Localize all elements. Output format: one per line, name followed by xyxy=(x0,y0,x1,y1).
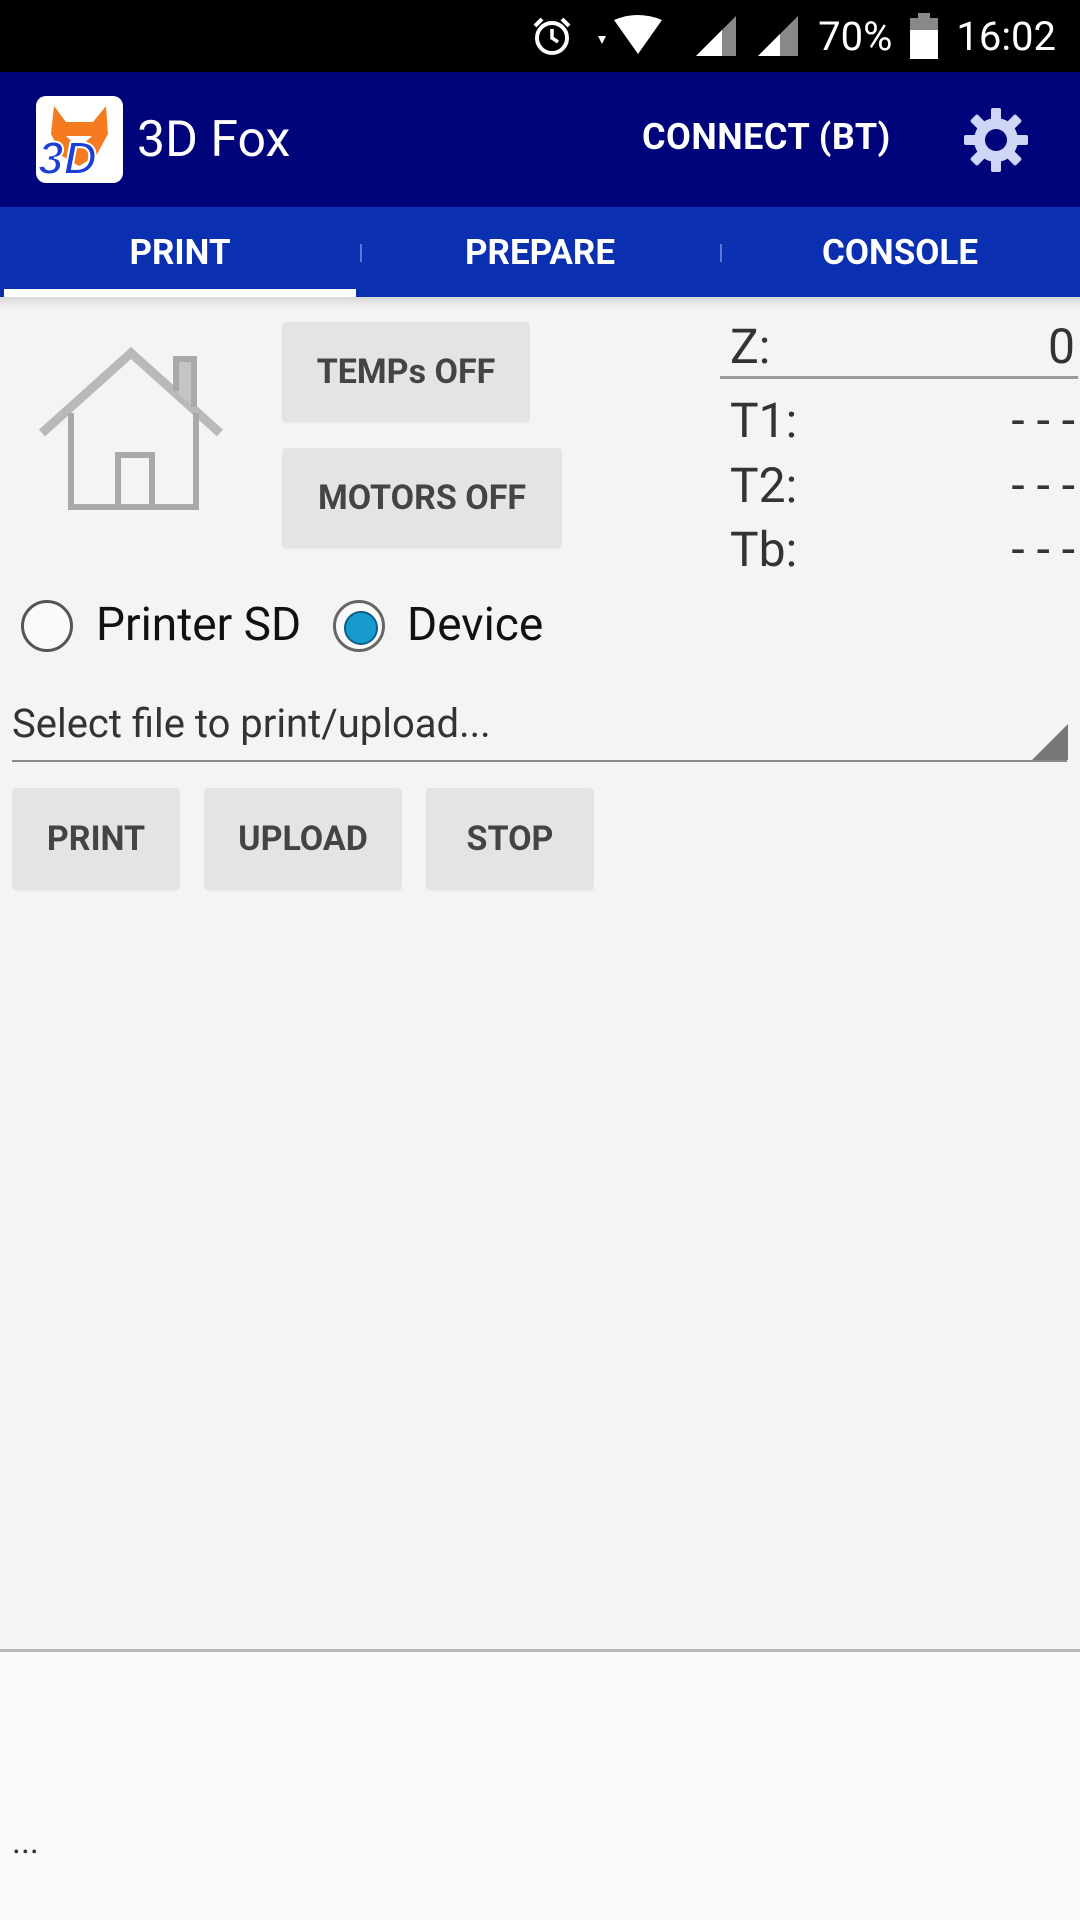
log-area xyxy=(0,1652,1080,1920)
z-readout: Z: 0 xyxy=(730,318,1075,375)
upload-button[interactable]: UPLOAD xyxy=(204,788,402,890)
svg-text:3D: 3D xyxy=(38,132,97,183)
tab-bar: PRINT PREPARE CONSOLE xyxy=(0,207,1080,297)
temps-off-button[interactable]: TEMPs OFF xyxy=(282,322,530,422)
z-label: Z: xyxy=(730,318,771,375)
tb-readout: Tb: - - - xyxy=(730,521,1075,578)
log-text: ... xyxy=(12,1822,39,1862)
t2-readout: T2: - - - xyxy=(730,457,1075,514)
battery-percent: 70% xyxy=(818,12,893,60)
print-button[interactable]: PRINT xyxy=(12,788,180,890)
radio-device-label[interactable]: Device xyxy=(407,598,543,652)
t1-readout: T1: - - - xyxy=(730,392,1075,449)
signal-icon xyxy=(694,14,738,58)
radio-printer-sd-label[interactable]: Printer SD xyxy=(96,598,301,652)
motors-off-button[interactable]: MOTORS OFF xyxy=(282,448,562,548)
tab-prepare[interactable]: PREPARE xyxy=(360,207,720,297)
dropdown-arrow-icon[interactable] xyxy=(1032,724,1068,764)
radio-device[interactable] xyxy=(333,600,385,652)
t1-label: T1: xyxy=(730,392,798,449)
app-title: 3D Fox xyxy=(137,110,291,169)
tab-separator xyxy=(720,244,722,262)
t2-label: T2: xyxy=(730,457,798,514)
file-select-underline xyxy=(12,760,1067,762)
alarm-icon xyxy=(530,14,574,58)
signal-icon-2 xyxy=(756,14,800,58)
home-icon[interactable] xyxy=(36,345,226,524)
gear-icon[interactable] xyxy=(960,104,1032,180)
radio-printer-sd[interactable] xyxy=(21,600,73,652)
app-bar: 3D 3D Fox CONNECT (BT) xyxy=(0,72,1080,207)
app-logo: 3D xyxy=(36,96,123,183)
tb-label: Tb: xyxy=(730,521,798,578)
t1-value: - - - xyxy=(1011,392,1075,449)
tab-separator xyxy=(360,244,362,262)
tab-console[interactable]: CONSOLE xyxy=(720,207,1080,297)
tab-shadow xyxy=(0,297,1080,309)
z-value: 0 xyxy=(1048,318,1075,375)
file-select-spinner[interactable]: Select file to print/upload... xyxy=(12,700,491,747)
clock: 16:02 xyxy=(956,12,1056,60)
z-divider xyxy=(720,376,1078,379)
stop-button[interactable]: STOP xyxy=(426,788,594,890)
tab-print[interactable]: PRINT xyxy=(0,207,360,297)
status-bar: 70% 16:02 xyxy=(0,0,1080,72)
battery-icon xyxy=(910,13,939,59)
tb-value: - - - xyxy=(1011,521,1075,578)
t2-value: - - - xyxy=(1011,457,1075,514)
connect-button[interactable]: CONNECT (BT) xyxy=(642,116,891,158)
wifi-icon xyxy=(592,14,676,58)
